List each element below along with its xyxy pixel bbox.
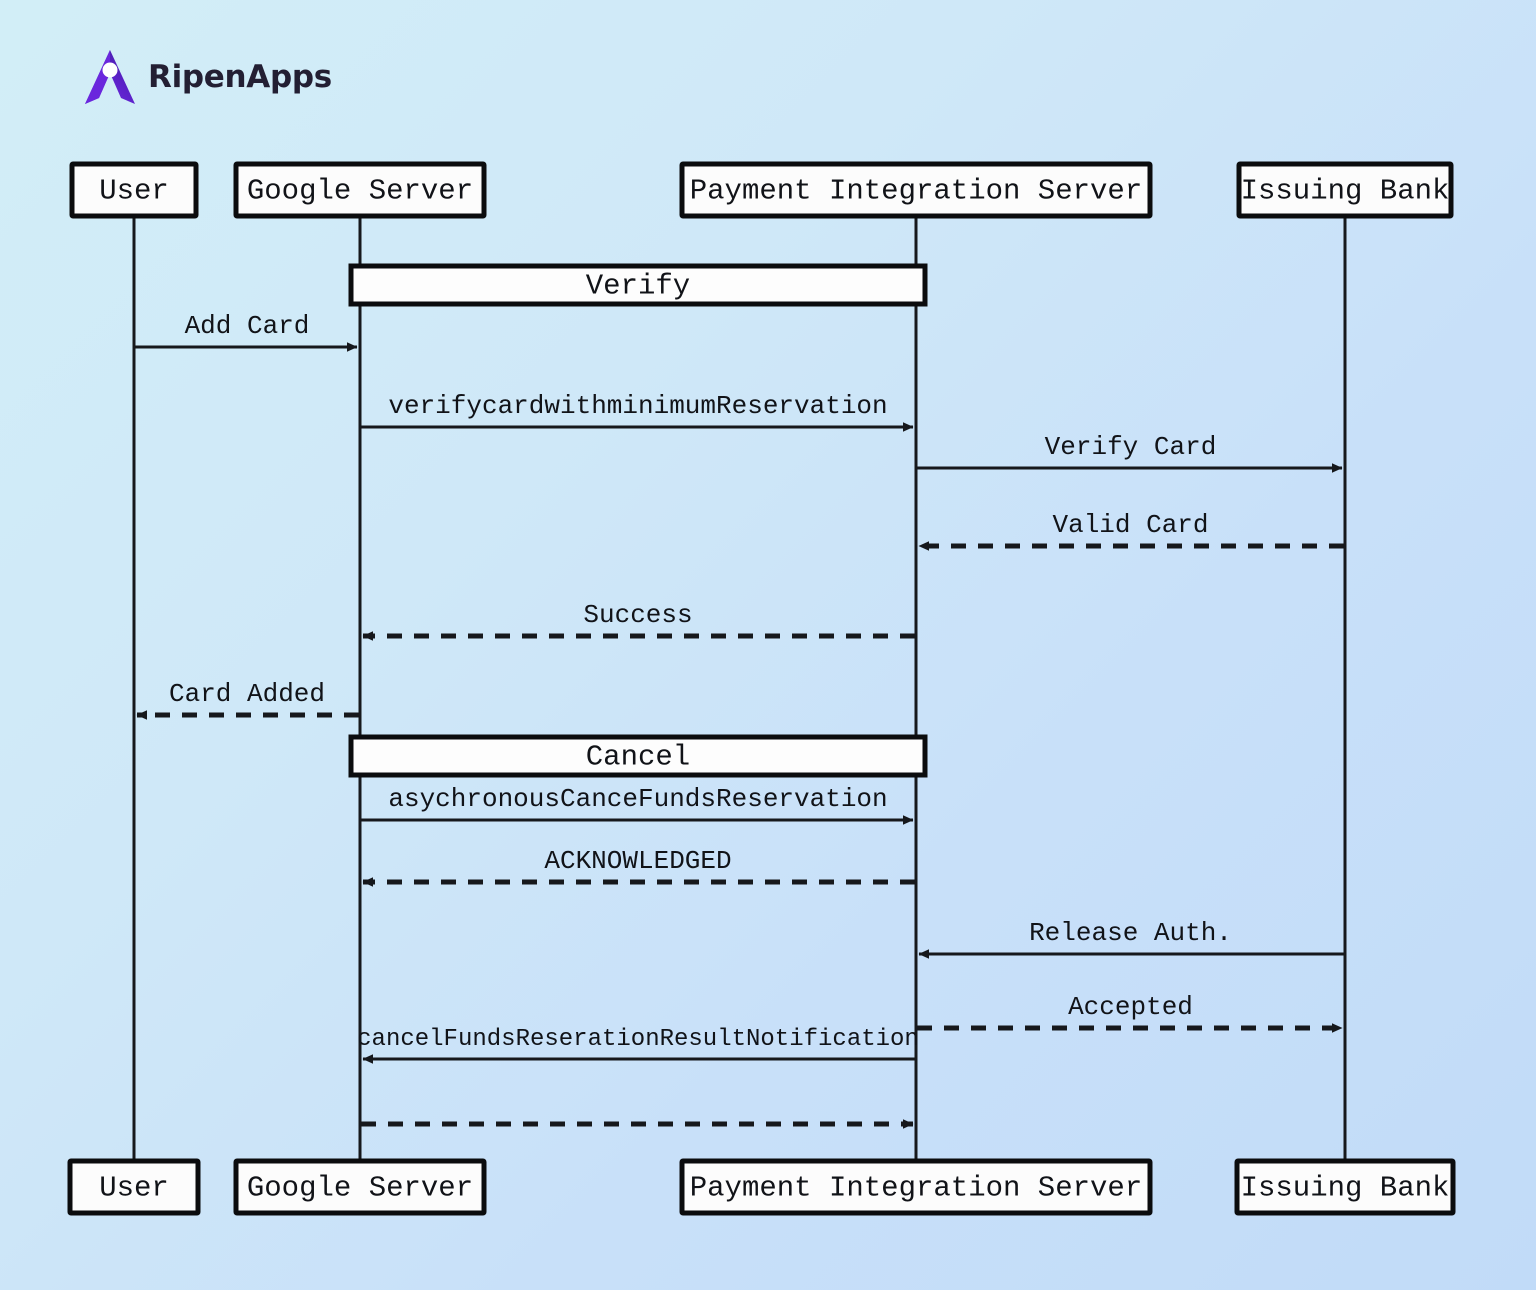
participant-label-user: User bbox=[99, 175, 169, 208]
message-m4[interactable]: Valid Card bbox=[918, 510, 1344, 551]
participant-box-top-pis[interactable]: Payment Integration Server bbox=[679, 161, 1153, 219]
message-m6[interactable]: Card Added bbox=[136, 679, 359, 720]
message-label-m10: Accepted bbox=[1068, 992, 1193, 1022]
message-label-m1: Add Card bbox=[185, 311, 310, 341]
message-m5[interactable]: Success bbox=[362, 600, 915, 641]
participant-label-user: User bbox=[99, 1172, 169, 1205]
sequence-diagram-root: RipenApps Add Card verifycardwithminimumR… bbox=[0, 0, 1536, 1290]
message-label-m2: verifycardwithminimumReservation bbox=[388, 391, 887, 421]
message-m8[interactable]: ACKNOWLEDGED bbox=[362, 846, 915, 887]
message-m1[interactable]: Add Card bbox=[135, 311, 358, 352]
messages-layer: Add Card verifycardwithminimumReservation… bbox=[135, 311, 1344, 1129]
message-label-m3: Verify Card bbox=[1045, 432, 1217, 462]
participant-label-google: Google Server bbox=[247, 175, 473, 208]
fragments-layer: Verify Cancel bbox=[348, 263, 928, 778]
participant-label-bank: Issuing Bank bbox=[1241, 1172, 1450, 1205]
participant-label-google: Google Server bbox=[247, 1172, 473, 1205]
diagram-canvas: Add Card verifycardwithminimumReservation… bbox=[67, 161, 1456, 1216]
message-label-m11: cancelFundsReserationResultNotification bbox=[357, 1026, 919, 1053]
message-label-m9: Release Auth. bbox=[1029, 918, 1232, 948]
participant-box-bottom-user[interactable]: User bbox=[67, 1158, 201, 1216]
message-m2[interactable]: verifycardwithminimumReservation bbox=[361, 391, 914, 432]
participant-label-pis: Payment Integration Server bbox=[690, 1172, 1142, 1205]
participant-box-top-google[interactable]: Google Server bbox=[233, 161, 487, 219]
participant-box-top-user[interactable]: User bbox=[69, 161, 199, 219]
message-label-m6: Card Added bbox=[169, 679, 325, 709]
message-label-m8: ACKNOWLEDGED bbox=[544, 846, 731, 876]
participant-box-bottom-google[interactable]: Google Server bbox=[233, 1158, 487, 1216]
message-label-m5: Success bbox=[583, 600, 692, 630]
message-label-m7: asychronousCanceFundsReservation bbox=[388, 784, 887, 814]
message-m9[interactable]: Release Auth. bbox=[918, 918, 1344, 959]
message-m10[interactable]: Accepted bbox=[917, 992, 1343, 1033]
fragment-verify[interactable]: Verify bbox=[348, 263, 928, 307]
participant-label-pis: Payment Integration Server bbox=[690, 175, 1142, 208]
participant-box-top-bank[interactable]: Issuing Bank bbox=[1236, 161, 1454, 219]
message-m3[interactable]: Verify Card bbox=[917, 432, 1343, 473]
participant-label-bank: Issuing Bank bbox=[1241, 175, 1450, 208]
message-label-m4: Valid Card bbox=[1052, 510, 1208, 540]
fragment-cancel[interactable]: Cancel bbox=[348, 734, 928, 778]
participant-box-bottom-bank[interactable]: Issuing Bank bbox=[1234, 1158, 1456, 1216]
participant-box-bottom-pis[interactable]: Payment Integration Server bbox=[679, 1158, 1153, 1216]
message-m7[interactable]: asychronousCanceFundsReservation bbox=[361, 784, 914, 825]
fragment-label-cancel: Cancel bbox=[586, 741, 690, 774]
fragment-label-verify: Verify bbox=[586, 270, 690, 303]
message-m11[interactable]: cancelFundsReserationResultNotification bbox=[357, 1026, 919, 1064]
